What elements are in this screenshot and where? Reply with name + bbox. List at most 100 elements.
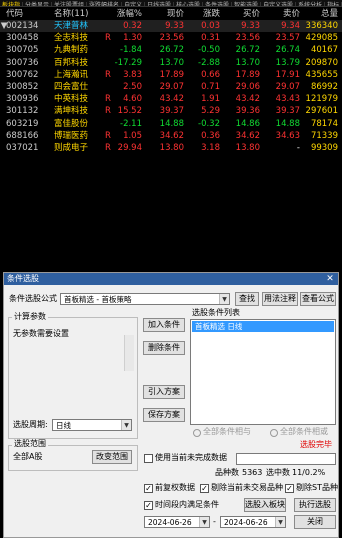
row-price: 26.72 (159, 45, 184, 56)
add-condition-button[interactable]: 加入条件 (143, 318, 185, 332)
load-plan-button[interactable]: 引入方案 (143, 385, 185, 399)
row-bid: 34.62 (235, 130, 260, 141)
row-price: 14.88 (159, 118, 184, 129)
execute-button[interactable]: 执行选股 (294, 498, 336, 512)
range-group-title: 选股范围 (12, 439, 48, 449)
top-tab[interactable]: 指标 (325, 2, 342, 6)
row-change-pct: 29.94 (117, 143, 142, 153)
pick-done-link[interactable]: 选股完毕 (300, 439, 332, 451)
condition-list-item[interactable]: 首板精选 日线 (192, 321, 334, 332)
top-tab[interactable]: 核心选股 (174, 2, 204, 6)
row-ask: 29.07 (275, 82, 300, 92)
table-row[interactable]: 300936 中英科技 R 4.60 43.42 1.91 43.42 43.43 121979 (0, 93, 342, 105)
remove-st-checkbox[interactable]: ✓ (285, 484, 294, 493)
time-range-checkbox[interactable]: ✓ (144, 501, 153, 510)
row-volume: 209870 (305, 57, 338, 68)
row-bid: 13.70 (235, 57, 260, 68)
delete-condition-button[interactable]: 删除条件 (143, 341, 185, 355)
row-name: 上海瀚讯 (54, 69, 89, 80)
use-unfinished-label: 使用当前未完成数据 (155, 453, 227, 462)
condition-list[interactable]: 首板精选 日线 (190, 319, 336, 425)
row-code: 300762 (6, 69, 39, 80)
row-bid: 26.72 (235, 45, 260, 56)
header-bid[interactable]: 买价 (226, 8, 260, 20)
row-ask: 13.79 (275, 57, 300, 68)
row-mark (104, 20, 112, 32)
header-code[interactable]: 代码 (6, 8, 50, 20)
table-row[interactable]: ▼ 002134 天津普林 0.32 9.33 0.03 9.33 9.34 336340 (0, 20, 342, 32)
top-tab[interactable]: 分类显示 (23, 2, 53, 6)
top-tab[interactable]: 关注股票组 (52, 2, 88, 6)
row-price: 13.70 (159, 57, 184, 68)
row-change-pct: 1.30 (123, 33, 142, 44)
row-change: 0.71 (201, 82, 220, 92)
header-price[interactable]: 现价 (150, 8, 184, 20)
top-tab[interactable]: 日线选股 (145, 2, 175, 6)
top-tab[interactable]: 条件选股 (203, 2, 233, 6)
change-range-button[interactable]: 改变范围 (92, 450, 132, 464)
table-row[interactable]: 300705 九典制药 -1.84 26.72 -0.50 26.72 26.74 40167 (0, 44, 342, 56)
row-mark: R (105, 69, 111, 80)
header-ask[interactable]: 卖价 (266, 8, 300, 20)
row-ask: 23.57 (275, 33, 300, 44)
row-price: 9.33 (165, 21, 184, 31)
table-row[interactable]: 300762 上海瀚讯 R 3.83 17.89 0.66 17.89 17.91 435655 (0, 69, 342, 81)
formula-select[interactable]: 首板精选 - 首板策略 ▼ (60, 293, 230, 305)
table-row[interactable]: 603219 富佳股份 -2.11 14.88 -0.32 14.86 14.88 78174 (0, 118, 342, 130)
table-row[interactable]: 037021 则成电子 R 29.94 13.80 3.18 13.80 -99309 (0, 142, 342, 154)
row-mark (104, 57, 112, 69)
period-select[interactable]: 日线 ▼ (52, 419, 132, 431)
pre-rights-label: 前复权数据 (155, 483, 195, 492)
row-mark: R (105, 94, 111, 105)
pick-to-block-button[interactable]: 选股入板块 (244, 498, 286, 512)
row-change-pct: -2.11 (120, 118, 142, 129)
top-tab[interactable]: 自定义 (122, 2, 146, 6)
row-code: 300736 (6, 57, 39, 68)
save-plan-button[interactable]: 保存方案 (143, 408, 185, 422)
close-button[interactable]: 关闭 (294, 515, 336, 529)
table-row[interactable]: 300736 百邦科技 -17.29 13.70 -2.88 13.70 13.79 2098… (0, 57, 342, 69)
stock-count-label: 品种数 (215, 468, 239, 477)
row-code: 301132 (6, 106, 39, 117)
unfinished-input[interactable] (236, 453, 336, 465)
row-mark (104, 118, 112, 130)
top-tab[interactable]: 自定义选股 (261, 2, 297, 6)
table-row[interactable]: 688166 博瑞医药 R 1.05 34.62 0.36 34.62 34.63 71339 (0, 130, 342, 142)
top-tab[interactable]: 板块指 (0, 2, 24, 6)
row-change-pct: 15.52 (117, 106, 142, 117)
row-volume: 86992 (310, 82, 338, 92)
pre-rights-checkbox[interactable]: ✓ (144, 484, 153, 493)
row-mark: R (105, 33, 111, 44)
row-change-pct: 1.05 (123, 130, 142, 141)
date-to-input[interactable]: 2024-06-26 ▼ (220, 516, 286, 528)
close-icon[interactable]: ✕ (325, 274, 335, 284)
date-separator: - (213, 517, 216, 526)
params-scrollbar[interactable] (124, 335, 134, 371)
row-code: 300458 (6, 33, 39, 44)
radio-and[interactable] (193, 429, 201, 437)
header-name[interactable]: 名称(11) (54, 8, 104, 20)
top-tab[interactable]: 涨跌幅排名 (87, 2, 123, 6)
top-tab[interactable]: 智能选股 (232, 2, 262, 6)
radio-or[interactable] (270, 429, 278, 437)
top-tab[interactable]: 系统分析 (296, 2, 326, 6)
top-tab-strip: 板块指 分类显示 关注股票组 涨跌幅排名 自定义 日线选股 核心选股 条件选股 智能选股 自定义选… (0, 0, 342, 7)
table-row[interactable]: 300852 四会富仕 2.50 29.07 0.71 29.06 29.07 86992 (0, 81, 342, 93)
row-volume: 429085 (305, 33, 338, 44)
find-button[interactable]: 查找 (235, 292, 259, 306)
row-volume: 435655 (305, 69, 338, 80)
table-row[interactable]: 300458 全志科技 R 1.30 23.56 0.31 23.56 23.57 429085 (0, 32, 342, 44)
row-name: 中英科技 (54, 94, 89, 105)
table-row[interactable]: 301132 满坤科技 R 15.52 39.37 5.29 39.36 39.37 29760… (0, 105, 342, 117)
usage-notes-button[interactable]: 用法注释 (262, 292, 298, 306)
date-to-value: 2024-06-26 (224, 518, 268, 527)
view-formula-button[interactable]: 查看公式 (300, 292, 336, 306)
header-change[interactable]: 涨跌 (190, 8, 220, 20)
header-volume[interactable]: 总量 (302, 8, 338, 20)
date-from-input[interactable]: 2024-06-26 ▼ (144, 516, 210, 528)
use-unfinished-checkbox[interactable] (144, 454, 153, 463)
row-code: 688166 (6, 130, 39, 141)
remove-suspended-checkbox[interactable]: ✓ (200, 484, 209, 493)
header-change-pct[interactable]: 涨幅% (112, 8, 142, 20)
range-value: 全部A股 (13, 452, 43, 461)
